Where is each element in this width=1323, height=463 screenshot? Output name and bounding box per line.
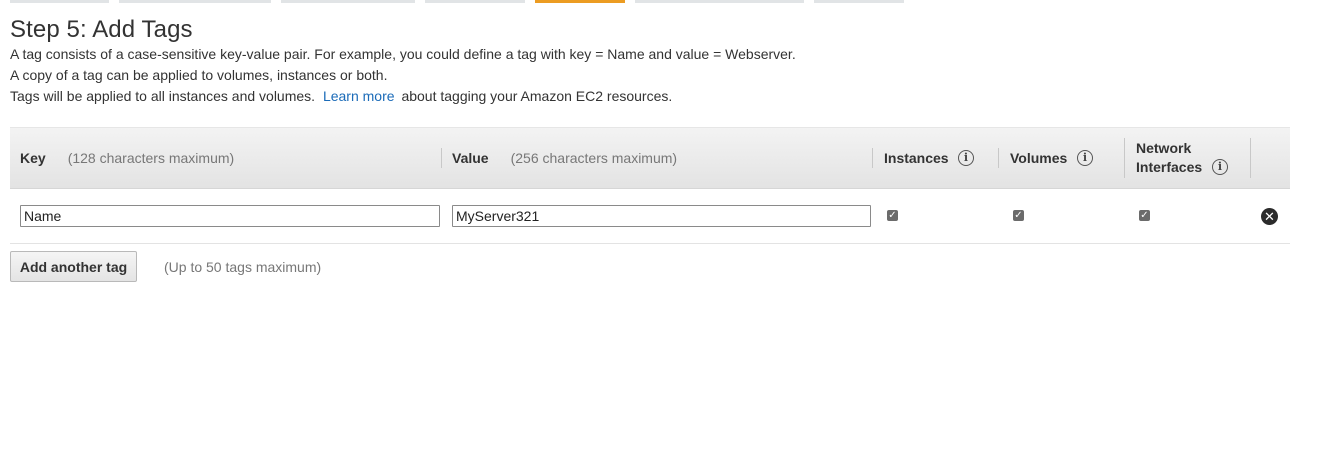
wizard-step-tab-4[interactable] (425, 0, 525, 3)
learn-more-link[interactable]: Learn more (323, 88, 395, 104)
column-separator (1250, 138, 1251, 178)
description-line-3-suffix: about tagging your Amazon EC2 resources. (401, 88, 673, 104)
table-row: ✓ ✓ ✓ ✕ (10, 189, 1290, 244)
description-line-2: A copy of a tag can be applied to volume… (10, 67, 388, 83)
info-icon[interactable]: i (958, 150, 974, 166)
add-tag-limit-hint: (Up to 50 tags maximum) (164, 259, 322, 275)
info-icon[interactable]: i (1077, 150, 1093, 166)
network-header-label-line1: Network (1136, 140, 1192, 156)
network-interfaces-checkbox[interactable]: ✓ (1139, 210, 1150, 221)
value-header-label: Value (452, 150, 489, 166)
column-header-value: Value (256 characters maximum) (442, 128, 872, 188)
add-tags-page: Step 5: Add Tags A tag consists of a cas… (0, 0, 1323, 463)
add-another-tag-button[interactable]: Add another tag (10, 251, 137, 282)
column-header-volumes: Volumes i (999, 128, 1124, 188)
column-header-network-interfaces: Network Interfaces i (1125, 128, 1250, 188)
instances-header-label: Instances (884, 150, 949, 166)
instances-checkbox[interactable]: ✓ (887, 210, 898, 221)
value-header-hint: (256 characters maximum) (510, 150, 678, 166)
wizard-step-tab-6[interactable] (635, 0, 804, 3)
key-header-label: Key (20, 150, 46, 166)
column-header-instances: Instances i (873, 128, 998, 188)
tags-table: Key (128 characters maximum) Value (256 ch… (10, 127, 1290, 244)
remove-tag-button[interactable]: ✕ (1261, 208, 1278, 225)
page-title: Step 5: Add Tags (10, 16, 193, 43)
wizard-step-tab-5-active[interactable] (535, 0, 625, 3)
tag-value-input[interactable] (452, 205, 871, 227)
wizard-step-tab-2[interactable] (119, 0, 271, 3)
tag-key-input[interactable] (20, 205, 440, 227)
volumes-header-label: Volumes (1010, 150, 1068, 166)
description-line-3: Tags will be applied to all instances an… (10, 88, 672, 104)
wizard-step-tab-1[interactable] (10, 0, 109, 3)
tags-table-header: Key (128 characters maximum) Value (256 ch… (10, 127, 1290, 189)
description-line-3-text: Tags will be applied to all instances an… (10, 88, 316, 104)
volumes-checkbox[interactable]: ✓ (1013, 210, 1024, 221)
wizard-step-tab-3[interactable] (281, 0, 415, 3)
description-line-1: A tag consists of a case-sensitive key-v… (10, 46, 796, 62)
wizard-step-tabs (0, 0, 1323, 4)
info-icon[interactable]: i (1212, 159, 1228, 175)
key-header-hint: (128 characters maximum) (67, 150, 235, 166)
column-header-key: Key (128 characters maximum) (10, 128, 440, 188)
wizard-step-tab-7[interactable] (814, 0, 904, 3)
network-header-label-line2: Interfaces (1136, 159, 1203, 175)
